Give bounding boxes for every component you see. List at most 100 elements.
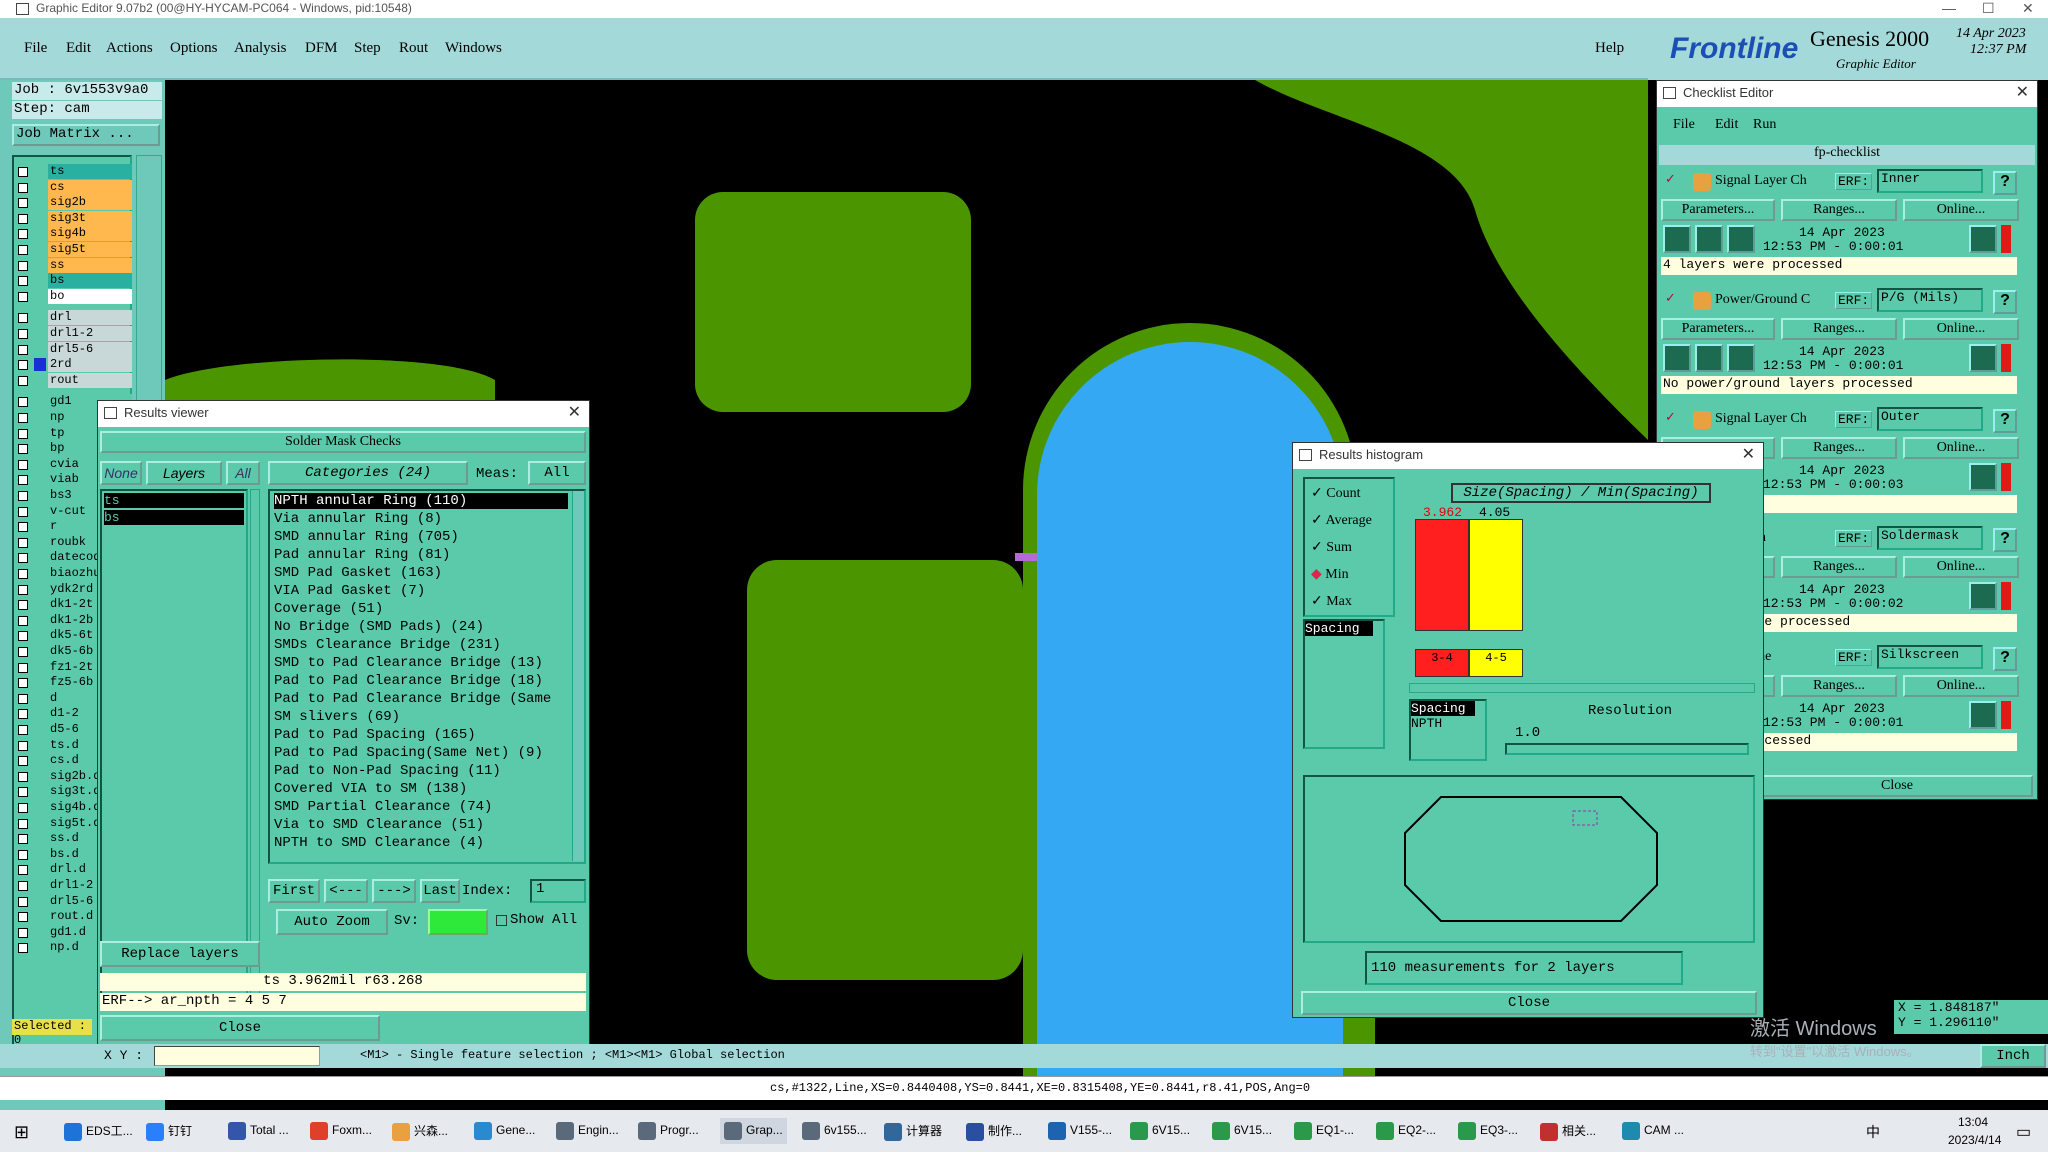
run-icon[interactable] bbox=[1663, 225, 1691, 253]
category-item[interactable]: VIA Pad Gasket (7) bbox=[274, 583, 425, 599]
layer-checkbox[interactable] bbox=[18, 709, 28, 720]
taskbar-item[interactable]: EDS工... bbox=[64, 1122, 133, 1141]
category-item[interactable]: Via to SMD Clearance (51) bbox=[274, 817, 484, 833]
category-item[interactable]: SM slivers (69) bbox=[274, 709, 400, 725]
layer-checkbox[interactable] bbox=[18, 678, 28, 689]
ranges-button[interactable]: Ranges... bbox=[1781, 556, 1897, 578]
histogram-close-button[interactable]: Close bbox=[1301, 991, 1757, 1015]
type-item-npth[interactable]: NPTH bbox=[1411, 716, 1485, 731]
layer-checkbox[interactable] bbox=[18, 475, 28, 486]
checklist-close-button[interactable]: Close bbox=[1761, 775, 2033, 797]
layer-checkbox[interactable] bbox=[18, 444, 28, 455]
layer-checkbox[interactable] bbox=[18, 397, 28, 408]
taskbar-item[interactable]: Foxm... bbox=[310, 1122, 372, 1140]
erf-value[interactable]: Silkscreen bbox=[1877, 645, 1983, 669]
minimize-button[interactable]: — bbox=[1942, 0, 1956, 17]
layer-checkbox[interactable] bbox=[18, 631, 28, 642]
layer-checkbox[interactable] bbox=[18, 647, 28, 657]
histogram-bar-1[interactable] bbox=[1415, 519, 1469, 631]
erf-value[interactable]: Inner bbox=[1877, 169, 1983, 193]
layer-checkbox[interactable] bbox=[18, 198, 28, 209]
stat-option[interactable]: ◆ Min bbox=[1311, 566, 1349, 583]
prev-button[interactable]: <---- bbox=[324, 879, 368, 919]
category-item[interactable]: Pad to Pad Clearance Bridge (18) bbox=[274, 673, 543, 689]
erf-value[interactable]: P/G (Mils) bbox=[1877, 288, 1983, 312]
layer-row[interactable]: rout bbox=[14, 372, 132, 389]
category-scrollbar[interactable] bbox=[572, 491, 584, 861]
checklist-menu-run[interactable]: Run bbox=[1753, 117, 1776, 133]
taskbar-item[interactable]: 计算器 bbox=[884, 1122, 942, 1141]
layer-checkbox[interactable] bbox=[18, 662, 28, 673]
taskbar-item[interactable]: EQ2-... bbox=[1376, 1122, 1436, 1140]
parameters-button[interactable]: Parameters... bbox=[1661, 199, 1775, 221]
help-icon[interactable]: ? bbox=[1993, 409, 2017, 433]
show-all-checkbox[interactable] bbox=[496, 915, 507, 926]
layer-checkbox[interactable] bbox=[18, 615, 28, 626]
layer-checkbox[interactable] bbox=[18, 569, 28, 579]
row-check-icon[interactable]: ✓ bbox=[1665, 409, 1676, 425]
layer-checkbox[interactable] bbox=[18, 491, 28, 501]
category-item[interactable]: Pad to Pad Spacing (165) bbox=[274, 727, 476, 743]
category-item[interactable]: Pad to Pad Clearance Bridge (Same bbox=[274, 691, 551, 707]
auto-zoom-select[interactable]: Auto Zoom bbox=[276, 909, 388, 935]
job-matrix-button[interactable]: Job Matrix ... bbox=[12, 124, 160, 146]
layer-checkbox[interactable] bbox=[18, 344, 28, 355]
menu-actions[interactable]: Actions bbox=[106, 40, 153, 57]
step-icon[interactable] bbox=[1695, 225, 1723, 253]
results-close-button[interactable]: Close bbox=[100, 1015, 380, 1041]
layer-checkbox[interactable] bbox=[18, 943, 28, 954]
category-item[interactable]: SMDs Clearance Bridge (231) bbox=[274, 637, 501, 653]
layer-checkbox[interactable] bbox=[18, 182, 28, 193]
layer-row[interactable]: ss bbox=[14, 257, 132, 274]
layer-checkbox[interactable] bbox=[18, 927, 28, 938]
layers-tab[interactable]: Layers bbox=[146, 461, 222, 485]
close-button[interactable]: ✕ bbox=[2022, 0, 2034, 17]
stop-icon[interactable] bbox=[1727, 225, 1755, 253]
first-button[interactable]: First bbox=[268, 879, 320, 903]
taskbar-item[interactable]: Engin... bbox=[556, 1122, 619, 1140]
layer-row[interactable]: drl5-6 bbox=[14, 341, 132, 358]
parameters-button[interactable]: Parameters... bbox=[1661, 318, 1775, 340]
category-item[interactable]: SMD Partial Clearance (74) bbox=[274, 799, 492, 815]
layer-checkbox[interactable] bbox=[18, 537, 28, 548]
all-button[interactable]: All bbox=[226, 461, 260, 485]
close-icon[interactable]: ✕ bbox=[1742, 443, 1755, 467]
taskbar-item[interactable]: Gene... bbox=[474, 1122, 535, 1140]
erf-value[interactable]: Soldermask bbox=[1877, 526, 1983, 550]
run-icon[interactable] bbox=[1663, 344, 1691, 372]
windows-start-icon[interactable]: ⊞ bbox=[14, 1122, 29, 1143]
index-input[interactable]: 1 bbox=[530, 879, 586, 903]
online-button[interactable]: Online... bbox=[1903, 556, 2019, 578]
step-icon[interactable] bbox=[1695, 344, 1723, 372]
menu-options[interactable]: Options bbox=[170, 40, 218, 57]
help-icon[interactable]: ? bbox=[1993, 171, 2017, 195]
layer-checkbox[interactable] bbox=[18, 360, 28, 371]
layer-checkbox[interactable] bbox=[18, 693, 28, 704]
layer-row[interactable]: sig4b bbox=[14, 226, 132, 242]
layer-row[interactable]: sig5t bbox=[14, 242, 132, 258]
menu-rout[interactable]: Rout bbox=[399, 40, 428, 57]
stat-option[interactable]: ✓ Average bbox=[1311, 512, 1372, 529]
layer-checkbox[interactable] bbox=[18, 787, 28, 798]
category-item[interactable]: SMD Pad Gasket (163) bbox=[274, 565, 442, 581]
help-icon[interactable]: ? bbox=[1993, 647, 2017, 671]
layer-checkbox[interactable] bbox=[18, 896, 28, 907]
taskbar-item[interactable]: CAM ... bbox=[1622, 1122, 1684, 1140]
layer-checkbox[interactable] bbox=[18, 428, 28, 439]
layer-checkbox[interactable] bbox=[18, 771, 28, 782]
taskbar-item[interactable]: 钉钉 bbox=[146, 1122, 192, 1141]
result-layer-bs[interactable]: bs bbox=[104, 510, 244, 525]
replace-layers-select[interactable]: Replace layers bbox=[100, 941, 260, 967]
layer-checkbox[interactable] bbox=[18, 459, 28, 470]
taskbar-item[interactable]: Grap... bbox=[720, 1118, 787, 1144]
menu-edit[interactable]: Edit bbox=[66, 40, 91, 57]
category-item[interactable]: No Bridge (SMD Pads) (24) bbox=[274, 619, 484, 635]
layer-row[interactable]: drl bbox=[14, 310, 132, 326]
category-item[interactable]: Pad to Pad Spacing(Same Net) (9) bbox=[274, 745, 543, 761]
taskbar-item[interactable]: Progr... bbox=[638, 1122, 699, 1140]
category-item[interactable]: Coverage (51) bbox=[274, 601, 383, 617]
layer-row[interactable]: cs bbox=[14, 179, 132, 196]
layer-row[interactable]: ts bbox=[14, 164, 132, 180]
taskbar-item[interactable]: Total ... bbox=[228, 1122, 289, 1140]
row-check-icon[interactable]: ✓ bbox=[1665, 290, 1676, 306]
